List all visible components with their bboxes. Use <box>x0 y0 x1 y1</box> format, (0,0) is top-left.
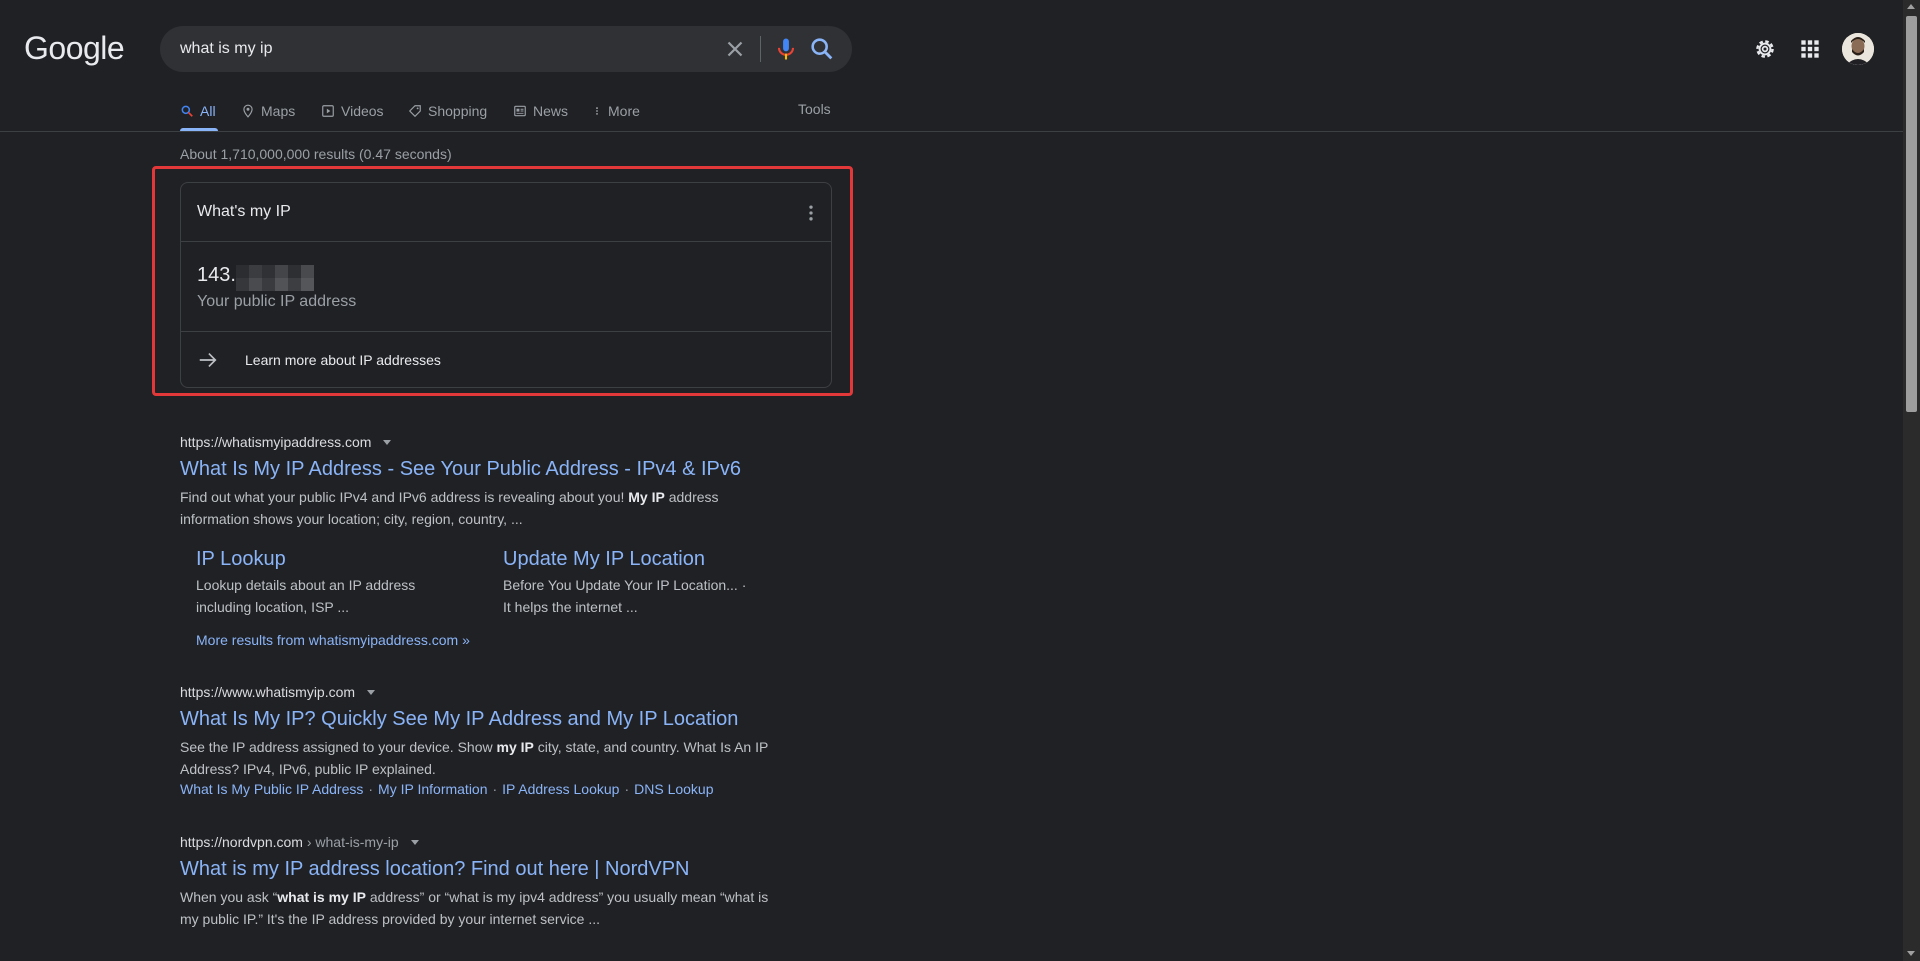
snippet-bold: My IP <box>628 489 665 505</box>
tab-more-label: More <box>608 103 640 119</box>
tab-maps[interactable]: Maps <box>241 101 295 121</box>
gear-icon[interactable] <box>1752 36 1778 62</box>
ip-pixelated-redaction <box>235 265 314 291</box>
result-sub-links: What Is My Public IP Address · My IP Inf… <box>180 781 714 797</box>
search-divider <box>760 36 761 62</box>
ip-address: 143. <box>197 261 314 291</box>
search-icon <box>181 105 193 117</box>
result-url-text: https://www.whatismyip.com <box>180 684 356 700</box>
result-snippet: See the IP address assigned to your devi… <box>180 736 780 780</box>
close-icon[interactable] <box>722 36 748 62</box>
result-url-text: https://whatismyipaddress.com <box>180 434 372 450</box>
tab-news[interactable]: News <box>513 101 568 121</box>
result-title[interactable]: What is my IP address location? Find out… <box>180 858 690 881</box>
sub-link[interactable]: My IP Information <box>378 781 487 797</box>
scroll-down-icon[interactable] <box>1907 951 1915 956</box>
ip-prefix: 143. <box>197 263 236 286</box>
learn-more-link[interactable]: Learn more about IP addresses <box>245 352 441 368</box>
url-breadcrumb: › what-is-my-ip <box>306 834 399 850</box>
avatar[interactable] <box>1842 33 1874 65</box>
more-options-icon[interactable] <box>801 201 821 225</box>
ip-label: Your public IP address <box>197 293 357 310</box>
result-snippet: Find out what your public IPv4 and IPv6 … <box>180 486 780 530</box>
sitelink-snippet: Lookup details about an IP address inclu… <box>196 577 416 615</box>
ip-card: What's my IP 143. Your public IP address… <box>180 182 832 388</box>
active-tab-indicator <box>180 128 218 131</box>
separator: · <box>624 781 630 797</box>
newspaper-icon <box>514 105 526 117</box>
header: Google what is my ip All Maps Videos Sho… <box>0 0 1903 132</box>
sitelink-title[interactable]: Update My IP Location <box>503 548 705 571</box>
tag-icon <box>408 105 421 118</box>
tab-all[interactable]: All <box>180 101 216 121</box>
tab-all-label: All <box>200 103 216 119</box>
tab-shopping-label: Shopping <box>428 103 488 119</box>
dots-vertical-icon <box>596 107 598 115</box>
sitelink-snippet: Before You Update Your IP Location... · … <box>503 577 747 615</box>
scrollbar-thumb[interactable] <box>1906 16 1917 412</box>
tab-news-label: News <box>533 103 569 119</box>
divider <box>181 241 831 242</box>
tab-videos-label: Videos <box>341 103 384 119</box>
result-url-text: https://nordvpn.com › what-is-my-ip <box>180 834 399 850</box>
sub-link[interactable]: DNS Lookup <box>634 781 713 797</box>
play-icon <box>322 105 334 117</box>
search-box[interactable]: what is my ip <box>160 26 852 72</box>
sub-link[interactable]: What Is My Public IP Address <box>180 781 363 797</box>
pin-icon <box>243 104 253 118</box>
tools-button[interactable]: Tools <box>798 101 831 117</box>
tab-shopping[interactable]: Shopping <box>408 101 487 121</box>
tab-more[interactable]: More <box>592 101 640 121</box>
caret-down-icon[interactable] <box>367 689 376 695</box>
apps-icon[interactable] <box>1797 36 1823 62</box>
tab-videos[interactable]: Videos <box>321 101 384 121</box>
search-icon[interactable] <box>808 35 836 63</box>
url-domain: https://nordvpn.com <box>180 834 303 850</box>
arrow-right-icon <box>199 352 217 368</box>
scroll-up-icon[interactable] <box>1907 4 1915 9</box>
caret-down-icon[interactable] <box>383 439 392 445</box>
snippet-bold: my IP <box>496 739 534 755</box>
result-title[interactable]: What Is My IP Address - See Your Public … <box>180 458 741 481</box>
vertical-scrollbar[interactable] <box>1903 0 1920 961</box>
caret-down-icon[interactable] <box>410 839 419 845</box>
search-input[interactable]: what is my ip <box>180 40 272 58</box>
snippet-text: Find out what your public IPv4 and IPv6 … <box>180 489 629 505</box>
result-url[interactable]: https://nordvpn.com › what-is-my-ip <box>180 834 419 850</box>
snippet-text: When you ask “ <box>180 889 278 905</box>
separator: · <box>368 781 374 797</box>
divider <box>181 331 831 332</box>
snippet-text: See the IP address assigned to your devi… <box>180 739 497 755</box>
google-logo[interactable]: Google <box>24 30 125 67</box>
more-results-link[interactable]: More results from whatismyipaddress.com … <box>196 632 470 648</box>
result-url[interactable]: https://www.whatismyip.com <box>180 684 376 700</box>
result-title[interactable]: What Is My IP? Quickly See My IP Address… <box>180 708 738 731</box>
sitelink-title[interactable]: IP Lookup <box>196 548 286 571</box>
result-stats: About 1,710,000,000 results (0.47 second… <box>180 146 452 162</box>
ip-card-title: What's my IP <box>197 203 291 220</box>
snippet-bold: what is my IP <box>277 889 366 905</box>
sub-link[interactable]: IP Address Lookup <box>502 781 619 797</box>
tab-maps-label: Maps <box>261 103 296 119</box>
mic-icon[interactable] <box>772 35 800 63</box>
result-snippet: When you ask “what is my IP address” or … <box>180 886 780 930</box>
result-url[interactable]: https://whatismyipaddress.com <box>180 434 392 450</box>
separator: · <box>492 781 498 797</box>
avatar-portrait-icon <box>1842 33 1874 65</box>
